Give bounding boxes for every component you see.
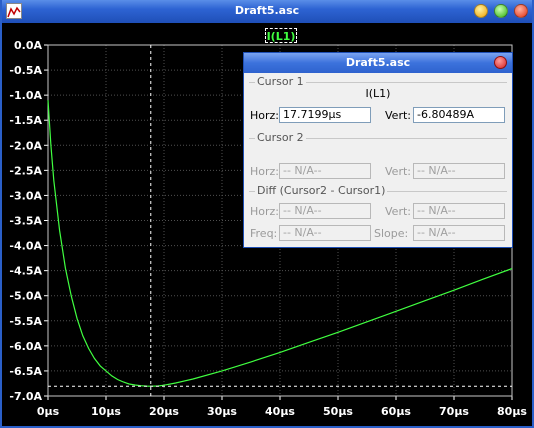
diff-vert-label: Vert: [385, 205, 411, 218]
diff-vert-field: -- N/A-- [413, 203, 505, 219]
cursor2-vert-label: Vert: [385, 165, 411, 178]
x-tick-label: 40µs [265, 405, 295, 418]
cursor1-horz-field[interactable]: 17.7199µs [279, 107, 371, 123]
x-tick-label: 0µs [37, 405, 60, 418]
cursor1-trace-name: I(L1) [365, 87, 391, 100]
x-tick-label: 50µs [323, 405, 353, 418]
x-tick-label: 70µs [439, 405, 469, 418]
y-tick-label: -3.5A [9, 215, 42, 228]
title-bar[interactable]: Draft5.asc [2, 0, 532, 23]
diff-slope-field: -- N/A-- [413, 225, 505, 241]
cursor2-horz-label: Horz: [250, 165, 280, 178]
y-tick-label: -3.0A [9, 189, 42, 202]
cursor1-vert-label: Vert: [385, 109, 411, 122]
y-tick-label: 0.0A [14, 39, 42, 52]
y-tick-label: -7.0A [9, 390, 42, 403]
close-icon[interactable] [514, 4, 528, 18]
y-tick-label: -5.0A [9, 290, 42, 303]
diff-group-label: Diff (Cursor2 - Cursor1) [255, 184, 388, 197]
diff-freq-label: Freq: [250, 227, 278, 240]
y-tick-label: -2.5A [9, 164, 42, 177]
x-tick-label: 80µs [497, 405, 527, 418]
y-tick-label: -4.5A [9, 265, 42, 278]
dialog-title[interactable]: Draft5.asc [244, 53, 512, 73]
cursor2-horz-field: -- N/A-- [279, 163, 371, 179]
x-tick-label: 30µs [207, 405, 237, 418]
cursor1-horz-label: Horz: [250, 109, 280, 122]
x-tick-label: 60µs [381, 405, 411, 418]
cursor2-vert-field: -- N/A-- [413, 163, 505, 179]
diff-horz-label: Horz: [250, 205, 280, 218]
minimize-icon[interactable] [474, 4, 488, 18]
waveform-window: Draft5.asc 0.0A -0.5A -1.0A -1.5A -2.0A -2.5A… [0, 0, 534, 428]
y-tick-label: -4.0A [9, 240, 42, 253]
cursor-dialog: Draft5.asc Cursor 1 I(L1) Horz: 17.7199µ… [243, 52, 513, 248]
x-tick-label: 10µs [91, 405, 121, 418]
y-tick-label: -2.0A [9, 139, 42, 152]
y-tick-label: -5.5A [9, 315, 42, 328]
y-tick-label: -1.0A [9, 89, 42, 102]
cursor1-vert-field[interactable]: -6.80489A [413, 107, 505, 123]
close-icon[interactable] [494, 56, 507, 69]
y-tick-label: -6.0A [9, 340, 42, 353]
cursor2-group-label: Cursor 2 [255, 131, 306, 144]
x-tick-label: 20µs [149, 405, 179, 418]
y-tick-label: -6.5A [9, 365, 42, 378]
window-title: Draft5.asc [234, 4, 300, 17]
trace-label[interactable]: I(L1) [265, 28, 297, 43]
y-tick-label: -0.5A [9, 64, 42, 77]
maximize-icon[interactable] [494, 4, 508, 18]
diff-horz-field: -- N/A-- [279, 203, 371, 219]
diff-freq-field: -- N/A-- [279, 225, 371, 241]
diff-slope-label: Slope: [374, 227, 409, 240]
y-tick-label: -1.5A [9, 114, 42, 127]
